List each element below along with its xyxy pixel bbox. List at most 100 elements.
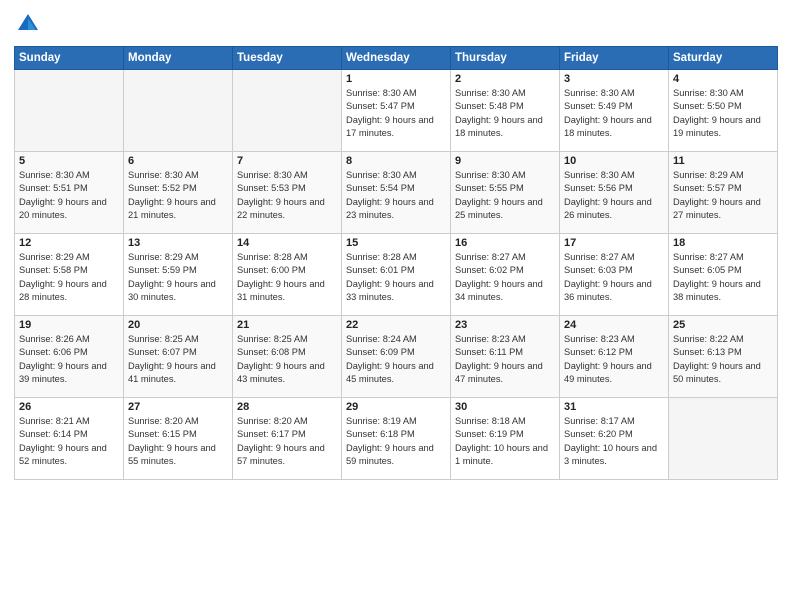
- day-info: Sunrise: 8:30 AMSunset: 5:51 PMDaylight:…: [19, 169, 119, 223]
- day-info: Sunrise: 8:19 AMSunset: 6:18 PMDaylight:…: [346, 415, 446, 469]
- calendar-cell: 15 Sunrise: 8:28 AMSunset: 6:01 PMDayligh…: [342, 234, 451, 316]
- day-number: 7: [237, 155, 337, 167]
- calendar-cell: 17 Sunrise: 8:27 AMSunset: 6:03 PMDayligh…: [560, 234, 669, 316]
- day-number: 17: [564, 237, 664, 249]
- day-number: 10: [564, 155, 664, 167]
- header: [14, 10, 778, 38]
- calendar-cell: 11Sunrise: 8:29 AMSunset: 5:57 PMDayligh…: [669, 152, 778, 234]
- day-number: 8: [346, 155, 446, 167]
- day-info: Sunrise: 8:30 AMSunset: 5:54 PMDaylight:…: [346, 169, 446, 223]
- day-number: 21: [237, 319, 337, 331]
- day-info: Sunrise: 8:21 AMSunset: 6:14 PMDaylight:…: [19, 415, 119, 469]
- weekday-header-sunday: Sunday: [15, 47, 124, 70]
- calendar-cell: 16Sunrise: 8:27 AMSunset: 6:02 PMDayligh…: [451, 234, 560, 316]
- day-info: Sunrise: 8:20 AMSunset: 6:15 PMDaylight:…: [128, 415, 228, 469]
- calendar-cell: 26 Sunrise: 8:21 AMSunset: 6:14 PMDayligh…: [15, 398, 124, 480]
- day-info: Sunrise: 8:30 AMSunset: 5:56 PMDaylight:…: [564, 169, 664, 223]
- calendar-cell: 12 Sunrise: 8:29 AMSunset: 5:58 PMDayligh…: [15, 234, 124, 316]
- day-info: Sunrise: 8:30 AMSunset: 5:52 PMDaylight:…: [128, 169, 228, 223]
- day-number: 26: [19, 401, 119, 413]
- day-info: Sunrise: 8:23 AMSunset: 6:12 PMDaylight:…: [564, 333, 664, 387]
- logo-icon: [14, 10, 42, 38]
- day-info: Sunrise: 8:17 AMSunset: 6:20 PMDaylight:…: [564, 415, 664, 469]
- day-number: 28: [237, 401, 337, 413]
- calendar-cell: 27 Sunrise: 8:20 AMSunset: 6:15 PMDayligh…: [124, 398, 233, 480]
- day-info: Sunrise: 8:30 AMSunset: 5:53 PMDaylight:…: [237, 169, 337, 223]
- day-number: 14: [237, 237, 337, 249]
- calendar-cell: 30 Sunrise: 8:18 AMSunset: 6:19 PMDayligh…: [451, 398, 560, 480]
- day-number: 22: [346, 319, 446, 331]
- weekday-header-thursday: Thursday: [451, 47, 560, 70]
- week-row-5: 26 Sunrise: 8:21 AMSunset: 6:14 PMDayligh…: [15, 398, 778, 480]
- day-number: 24: [564, 319, 664, 331]
- day-info: Sunrise: 8:22 AMSunset: 6:13 PMDaylight:…: [673, 333, 773, 387]
- day-number: 1: [346, 73, 446, 85]
- week-row-2: 5 Sunrise: 8:30 AMSunset: 5:51 PMDaylight…: [15, 152, 778, 234]
- calendar-cell: 6Sunrise: 8:30 AMSunset: 5:52 PMDaylight…: [124, 152, 233, 234]
- calendar-page: SundayMondayTuesdayWednesdayThursdayFrid…: [0, 0, 792, 612]
- calendar-cell: 23 Sunrise: 8:23 AMSunset: 6:11 PMDayligh…: [451, 316, 560, 398]
- day-number: 16: [455, 237, 555, 249]
- day-number: 19: [19, 319, 119, 331]
- calendar-table: SundayMondayTuesdayWednesdayThursdayFrid…: [14, 46, 778, 480]
- logo: [14, 10, 46, 38]
- calendar-cell: 25Sunrise: 8:22 AMSunset: 6:13 PMDayligh…: [669, 316, 778, 398]
- day-number: 18: [673, 237, 773, 249]
- day-info: Sunrise: 8:30 AMSunset: 5:48 PMDaylight:…: [455, 87, 555, 141]
- day-info: Sunrise: 8:23 AMSunset: 6:11 PMDaylight:…: [455, 333, 555, 387]
- calendar-cell: 22 Sunrise: 8:24 AMSunset: 6:09 PMDayligh…: [342, 316, 451, 398]
- calendar-cell: 1 Sunrise: 8:30 AMSunset: 5:47 PMDaylight…: [342, 70, 451, 152]
- calendar-cell: 7 Sunrise: 8:30 AMSunset: 5:53 PMDaylight…: [233, 152, 342, 234]
- day-number: 23: [455, 319, 555, 331]
- calendar-cell: 3Sunrise: 8:30 AMSunset: 5:49 PMDaylight…: [560, 70, 669, 152]
- calendar-cell: [233, 70, 342, 152]
- calendar-cell: 14 Sunrise: 8:28 AMSunset: 6:00 PMDayligh…: [233, 234, 342, 316]
- day-info: Sunrise: 8:25 AMSunset: 6:07 PMDaylight:…: [128, 333, 228, 387]
- calendar-cell: 10 Sunrise: 8:30 AMSunset: 5:56 PMDayligh…: [560, 152, 669, 234]
- day-number: 12: [19, 237, 119, 249]
- day-number: 9: [455, 155, 555, 167]
- calendar-cell: 13Sunrise: 8:29 AMSunset: 5:59 PMDayligh…: [124, 234, 233, 316]
- day-number: 29: [346, 401, 446, 413]
- weekday-header-monday: Monday: [124, 47, 233, 70]
- calendar-cell: [15, 70, 124, 152]
- day-number: 2: [455, 73, 555, 85]
- weekday-header-wednesday: Wednesday: [342, 47, 451, 70]
- day-number: 30: [455, 401, 555, 413]
- day-info: Sunrise: 8:18 AMSunset: 6:19 PMDaylight:…: [455, 415, 555, 469]
- calendar-cell: 5 Sunrise: 8:30 AMSunset: 5:51 PMDaylight…: [15, 152, 124, 234]
- calendar-cell: 20 Sunrise: 8:25 AMSunset: 6:07 PMDayligh…: [124, 316, 233, 398]
- calendar-cell: 28 Sunrise: 8:20 AMSunset: 6:17 PMDayligh…: [233, 398, 342, 480]
- day-info: Sunrise: 8:26 AMSunset: 6:06 PMDaylight:…: [19, 333, 119, 387]
- day-number: 27: [128, 401, 228, 413]
- day-info: Sunrise: 8:30 AMSunset: 5:47 PMDaylight:…: [346, 87, 446, 141]
- day-info: Sunrise: 8:24 AMSunset: 6:09 PMDaylight:…: [346, 333, 446, 387]
- day-number: 13: [128, 237, 228, 249]
- day-info: Sunrise: 8:27 AMSunset: 6:05 PMDaylight:…: [673, 251, 773, 305]
- day-info: Sunrise: 8:30 AMSunset: 5:50 PMDaylight:…: [673, 87, 773, 141]
- day-number: 5: [19, 155, 119, 167]
- day-info: Sunrise: 8:20 AMSunset: 6:17 PMDaylight:…: [237, 415, 337, 469]
- calendar-cell: 29 Sunrise: 8:19 AMSunset: 6:18 PMDayligh…: [342, 398, 451, 480]
- day-number: 31: [564, 401, 664, 413]
- calendar-cell: 31 Sunrise: 8:17 AMSunset: 6:20 PMDayligh…: [560, 398, 669, 480]
- calendar-cell: [124, 70, 233, 152]
- calendar-cell: 2 Sunrise: 8:30 AMSunset: 5:48 PMDaylight…: [451, 70, 560, 152]
- calendar-cell: 9 Sunrise: 8:30 AMSunset: 5:55 PMDaylight…: [451, 152, 560, 234]
- day-info: Sunrise: 8:29 AMSunset: 5:57 PMDaylight:…: [673, 169, 773, 223]
- day-info: Sunrise: 8:28 AMSunset: 6:01 PMDaylight:…: [346, 251, 446, 305]
- calendar-cell: [669, 398, 778, 480]
- day-info: Sunrise: 8:30 AMSunset: 5:49 PMDaylight:…: [564, 87, 664, 141]
- day-info: Sunrise: 8:29 AMSunset: 5:58 PMDaylight:…: [19, 251, 119, 305]
- calendar-cell: 24 Sunrise: 8:23 AMSunset: 6:12 PMDayligh…: [560, 316, 669, 398]
- day-info: Sunrise: 8:28 AMSunset: 6:00 PMDaylight:…: [237, 251, 337, 305]
- day-number: 15: [346, 237, 446, 249]
- day-info: Sunrise: 8:30 AMSunset: 5:55 PMDaylight:…: [455, 169, 555, 223]
- day-info: Sunrise: 8:27 AMSunset: 6:03 PMDaylight:…: [564, 251, 664, 305]
- day-number: 20: [128, 319, 228, 331]
- calendar-cell: 21 Sunrise: 8:25 AMSunset: 6:08 PMDayligh…: [233, 316, 342, 398]
- day-info: Sunrise: 8:25 AMSunset: 6:08 PMDaylight:…: [237, 333, 337, 387]
- weekday-header-tuesday: Tuesday: [233, 47, 342, 70]
- week-row-3: 12 Sunrise: 8:29 AMSunset: 5:58 PMDayligh…: [15, 234, 778, 316]
- calendar-cell: 19 Sunrise: 8:26 AMSunset: 6:06 PMDayligh…: [15, 316, 124, 398]
